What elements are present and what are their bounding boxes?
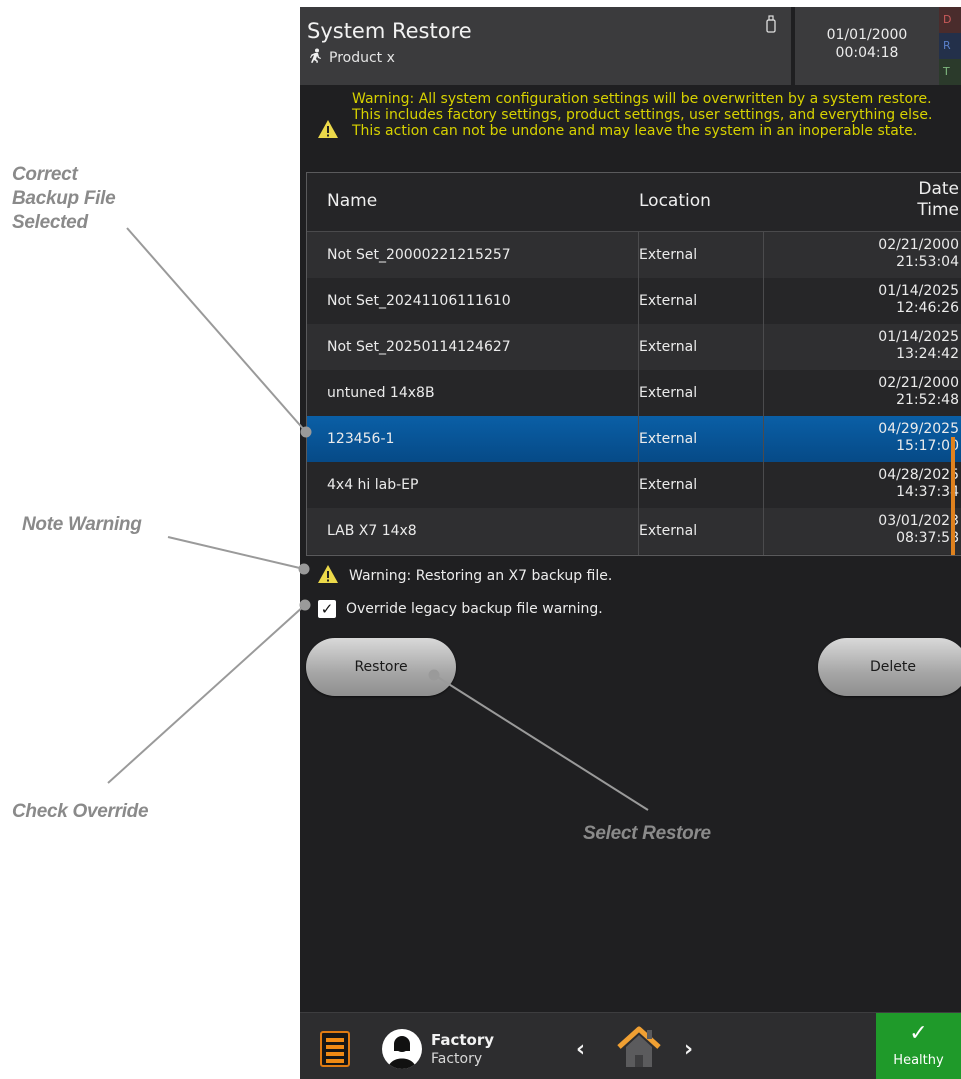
restore-button[interactable]: Restore (306, 638, 456, 696)
cell-time: 21:52:48 (896, 392, 959, 408)
user-role: Factory (431, 1051, 483, 1067)
cell-location: External (639, 523, 698, 539)
cell-date: 04/28/2025 (878, 467, 959, 483)
cell-time: 15:17:00 (896, 438, 959, 454)
user-silhouette-icon (388, 1036, 416, 1069)
table-body[interactable]: LAB X7 14x8 External 03/01/2023 08:37:58 4x4… (307, 232, 961, 555)
warning-triangle-icon (317, 119, 339, 143)
backup-file-table: Name Location Date Time LAB X7 14x8 Exter… (306, 172, 961, 556)
annotation-select-restore: Select Restore (583, 823, 711, 844)
cell-time: 21:53:04 (896, 254, 959, 270)
cell-time: 12:46:26 (896, 300, 959, 316)
header-bar: System Restore Product x 01/01/2000 00:0… (300, 7, 961, 85)
cell-date: 02/21/2000 (878, 375, 959, 391)
warning-triangle-icon (317, 564, 339, 588)
cell-date-time: 02/21/2000 21:52:48 (878, 375, 959, 409)
override-legacy-warning[interactable]: ✓ Override legacy backup file warning. (318, 600, 603, 618)
delete-button[interactable]: Delete (818, 638, 961, 696)
annotation-note-warning: Note Warning (22, 514, 142, 535)
clock-date: 01/01/2000 (826, 27, 908, 43)
cell-date-time: 03/01/2023 08:37:58 (878, 513, 959, 547)
cell-time: 13:24:42 (896, 346, 959, 362)
cell-date-time: 01/14/2025 12:46:26 (878, 283, 959, 317)
cell-file-name: Not Set_20000221215257 (327, 247, 511, 263)
cell-time: 08:37:58 (896, 530, 959, 546)
cell-date-time: 01/14/2025 13:24:42 (878, 329, 959, 363)
cell-date: 01/14/2025 (878, 329, 959, 345)
system-clock[interactable]: 01/01/2000 00:04:18 (795, 7, 939, 85)
table-scrollbar[interactable] (951, 437, 955, 555)
column-divider (763, 232, 764, 555)
menu-list-button[interactable] (320, 1031, 350, 1067)
status-strip-t: T (939, 59, 961, 85)
column-divider (638, 232, 639, 555)
x7-backup-warning: Warning: Restoring an X7 backup file. (317, 564, 612, 588)
user-avatar[interactable] (382, 1029, 422, 1069)
table-row[interactable]: Not Set_20250114124627 External 01/14/2025… (307, 324, 961, 370)
cell-location: External (639, 247, 698, 263)
checkmark-icon: ✓ (909, 1021, 928, 1046)
cell-location: External (639, 385, 698, 401)
cell-file-name: Not Set_20241106111610 (327, 293, 511, 309)
column-header-location[interactable]: Location (639, 191, 711, 211)
override-checkbox[interactable]: ✓ (318, 600, 336, 618)
leader-line-backup (126, 227, 307, 433)
cell-date-time: 04/28/2025 14:37:34 (878, 467, 959, 501)
cell-date: 04/29/2025 (878, 421, 959, 437)
cell-file-name: 4x4 hi lab-EP (327, 477, 419, 493)
column-header-name[interactable]: Name (327, 191, 377, 211)
cell-file-name: Not Set_20250114124627 (327, 339, 511, 355)
health-status[interactable]: ✓ Healthy (876, 1013, 961, 1079)
cell-location: External (639, 339, 698, 355)
annotation-check-override: Check Override (12, 801, 149, 822)
cell-date: 02/21/2000 (878, 237, 959, 253)
page-title: System Restore (307, 19, 472, 43)
cell-location: External (639, 477, 698, 493)
table-row[interactable]: Not Set_20000221215257 External 02/21/2000… (307, 232, 961, 278)
status-strip-r: R (939, 33, 961, 59)
clock-time: 00:04:18 (835, 45, 899, 61)
annotation-backup-selected: Correct Backup File Selected (12, 164, 116, 233)
column-header-date-time[interactable]: Date Time (917, 179, 959, 221)
column-header-time: Time (917, 200, 959, 220)
table-row[interactable]: LAB X7 14x8 External 03/01/2023 08:37:58 (307, 508, 961, 554)
cell-file-name: LAB X7 14x8 (327, 523, 417, 539)
product-name: Product x (329, 50, 395, 66)
cell-date: 01/14/2025 (878, 283, 959, 299)
nav-forward-button[interactable]: › (684, 1037, 693, 1062)
x7-warning-text: Warning: Restoring an X7 backup file. (349, 568, 613, 584)
table-row[interactable]: 4x4 hi lab-EP External 04/28/2025 14:37:34 (307, 462, 961, 508)
cell-date: 03/01/2023 (878, 513, 959, 529)
table-row[interactable]: Not Set_20241106111610 External 01/14/2025… (307, 278, 961, 324)
leader-line-override (107, 604, 306, 784)
leader-line-warning (167, 536, 305, 570)
health-label: Healthy (893, 1053, 944, 1068)
cell-file-name: untuned 14x8B (327, 385, 435, 401)
cell-date-time: 04/29/2025 15:17:00 (878, 421, 959, 455)
cell-time: 14:37:34 (896, 484, 959, 500)
usb-drive-icon (766, 15, 776, 33)
cell-location: External (639, 293, 698, 309)
nav-back-button[interactable]: ‹ (576, 1037, 585, 1062)
override-label[interactable]: Override legacy backup file warning. (346, 601, 603, 617)
status-strip[interactable]: D R T (939, 7, 961, 85)
footer-bar: Factory Factory ‹ › ✓ Healthy (300, 1012, 961, 1079)
status-strip-d: D (939, 7, 961, 33)
running-figure-icon (307, 48, 323, 68)
product-indicator: Product x (307, 48, 395, 68)
warning-text: Warning: All system configuration settin… (352, 91, 933, 139)
user-name: Factory (431, 1031, 495, 1049)
device-screen: System Restore Product x 01/01/2000 00:0… (300, 7, 961, 1079)
cell-location: External (639, 431, 698, 447)
cell-file-name: 123456-1 (327, 431, 395, 447)
table-header: Name Location Date Time (307, 173, 961, 232)
column-header-date: Date (918, 179, 959, 199)
table-row[interactable]: untuned 14x8B External 02/21/2000 21:52:48 (307, 370, 961, 416)
table-row-selected[interactable]: 123456-1 External 04/29/2025 15:17:00 (307, 416, 961, 462)
home-icon[interactable] (616, 1025, 662, 1073)
cell-date-time: 02/21/2000 21:53:04 (878, 237, 959, 271)
